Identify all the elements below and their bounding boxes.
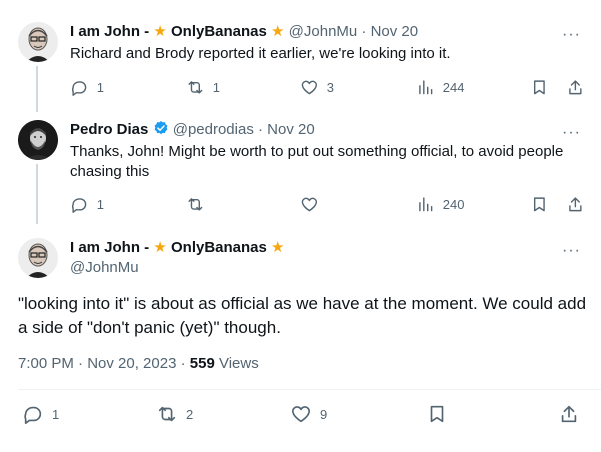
main-author-brand[interactable]: OnlyBananas bbox=[171, 239, 267, 256]
thread-line-1 bbox=[36, 66, 38, 112]
share-button[interactable] bbox=[566, 78, 585, 97]
like-icon bbox=[291, 406, 311, 423]
like-icon bbox=[301, 80, 318, 95]
bookmark-button[interactable] bbox=[426, 403, 448, 425]
retweet-count: 1 bbox=[212, 79, 220, 95]
thread-line-2 bbox=[36, 164, 38, 224]
views-count: 244 bbox=[442, 79, 465, 95]
star-icon: ★ bbox=[271, 239, 285, 256]
tweet1-header: I am John - ★ OnlyBananas ★ @JohnMu · No… bbox=[70, 22, 418, 42]
tweet1-actions: 1 1 3 244 bbox=[70, 78, 590, 98]
tweet2-sep: · bbox=[258, 121, 263, 138]
bookmark-icon bbox=[533, 80, 545, 95]
like-button[interactable]: 3 bbox=[300, 78, 334, 97]
more-icon[interactable]: ··· bbox=[562, 27, 581, 43]
more-icon[interactable]: ··· bbox=[562, 243, 581, 259]
bookmark-button[interactable] bbox=[530, 78, 549, 97]
avatar-john-main[interactable] bbox=[18, 238, 58, 278]
bookmark-icon bbox=[533, 197, 545, 212]
tweet1-handle[interactable]: @JohnMu bbox=[289, 23, 358, 40]
retweet-icon bbox=[188, 81, 203, 94]
retweet-icon bbox=[158, 406, 176, 422]
views-button[interactable]: 240 bbox=[416, 195, 464, 214]
main-meta: 7:00 PM · Nov 20, 2023 · 559 Views bbox=[18, 355, 259, 372]
tweet1-text: Richard and Brody reported it earlier, w… bbox=[70, 45, 451, 62]
like-icon bbox=[301, 197, 318, 212]
views-button[interactable]: 244 bbox=[416, 78, 464, 97]
reply-icon bbox=[71, 81, 87, 96]
tweet2-handle[interactable]: @pedrodias bbox=[173, 121, 254, 138]
main-actions: 1 2 9 bbox=[22, 403, 582, 425]
main-views-label: Views bbox=[214, 355, 259, 372]
retweet-button[interactable]: 1 bbox=[186, 78, 220, 97]
retweet-button[interactable]: 2 bbox=[156, 403, 193, 425]
reply-button[interactable]: 1 bbox=[70, 78, 104, 97]
tweet2-header: Pedro Dias @pedrodias · Nov 20 bbox=[70, 120, 315, 142]
like-button[interactable] bbox=[300, 195, 327, 214]
like-count: 9 bbox=[320, 406, 328, 422]
retweet-icon bbox=[188, 198, 203, 211]
share-icon bbox=[569, 80, 582, 95]
verified-icon bbox=[153, 120, 169, 142]
retweet-button[interactable] bbox=[186, 195, 213, 214]
main-views-count: 559 bbox=[189, 355, 215, 372]
reply-icon bbox=[71, 198, 87, 213]
main-handle-row: @JohnMu bbox=[70, 258, 139, 278]
star-icon: ★ bbox=[153, 239, 167, 256]
tweet1-date[interactable]: Nov 20 bbox=[371, 23, 419, 40]
main-timestamp[interactable]: 7:00 PM · Nov 20, 2023 · bbox=[18, 355, 190, 372]
main-handle[interactable]: @JohnMu bbox=[70, 259, 139, 276]
star-icon: ★ bbox=[153, 23, 167, 40]
share-button[interactable] bbox=[566, 195, 585, 214]
star-icon: ★ bbox=[271, 23, 285, 40]
tweet1-author-name[interactable]: I am John - bbox=[70, 23, 149, 40]
share-icon bbox=[569, 197, 582, 212]
tweet2-author-name[interactable]: Pedro Dias bbox=[70, 121, 148, 138]
reply-button[interactable]: 1 bbox=[22, 403, 59, 425]
main-tweet-text: "looking into it" is about as official a… bbox=[18, 294, 587, 337]
reply-button[interactable]: 1 bbox=[70, 195, 104, 214]
tweet2-text: Thanks, John! Might be worth to put out … bbox=[70, 143, 564, 180]
bookmark-icon bbox=[430, 405, 444, 423]
tweet2-date[interactable]: Nov 20 bbox=[267, 121, 315, 138]
tweet1-sep: · bbox=[361, 23, 367, 40]
views-icon bbox=[419, 80, 433, 95]
share-icon bbox=[561, 405, 577, 423]
bookmark-button[interactable] bbox=[530, 195, 549, 214]
divider bbox=[18, 389, 601, 390]
more-icon[interactable]: ··· bbox=[562, 125, 581, 141]
avatar-pedro[interactable] bbox=[18, 120, 58, 160]
views-icon bbox=[419, 197, 433, 212]
main-author-name[interactable]: I am John - bbox=[70, 239, 149, 256]
reply-count: 1 bbox=[96, 79, 104, 95]
views-count: 240 bbox=[442, 196, 465, 212]
like-count: 3 bbox=[326, 79, 334, 95]
avatar-john-1[interactable] bbox=[18, 22, 58, 62]
tweet2-actions: 1 240 bbox=[70, 195, 590, 215]
reply-icon bbox=[24, 406, 42, 424]
reply-count: 1 bbox=[96, 196, 104, 212]
like-button[interactable]: 9 bbox=[290, 403, 327, 425]
share-button[interactable] bbox=[558, 403, 580, 425]
retweet-count: 2 bbox=[186, 406, 194, 422]
reply-count: 1 bbox=[52, 406, 60, 422]
tweet1-author-brand[interactable]: OnlyBananas bbox=[171, 23, 267, 40]
main-header: I am John - ★ OnlyBananas ★ bbox=[70, 238, 284, 258]
